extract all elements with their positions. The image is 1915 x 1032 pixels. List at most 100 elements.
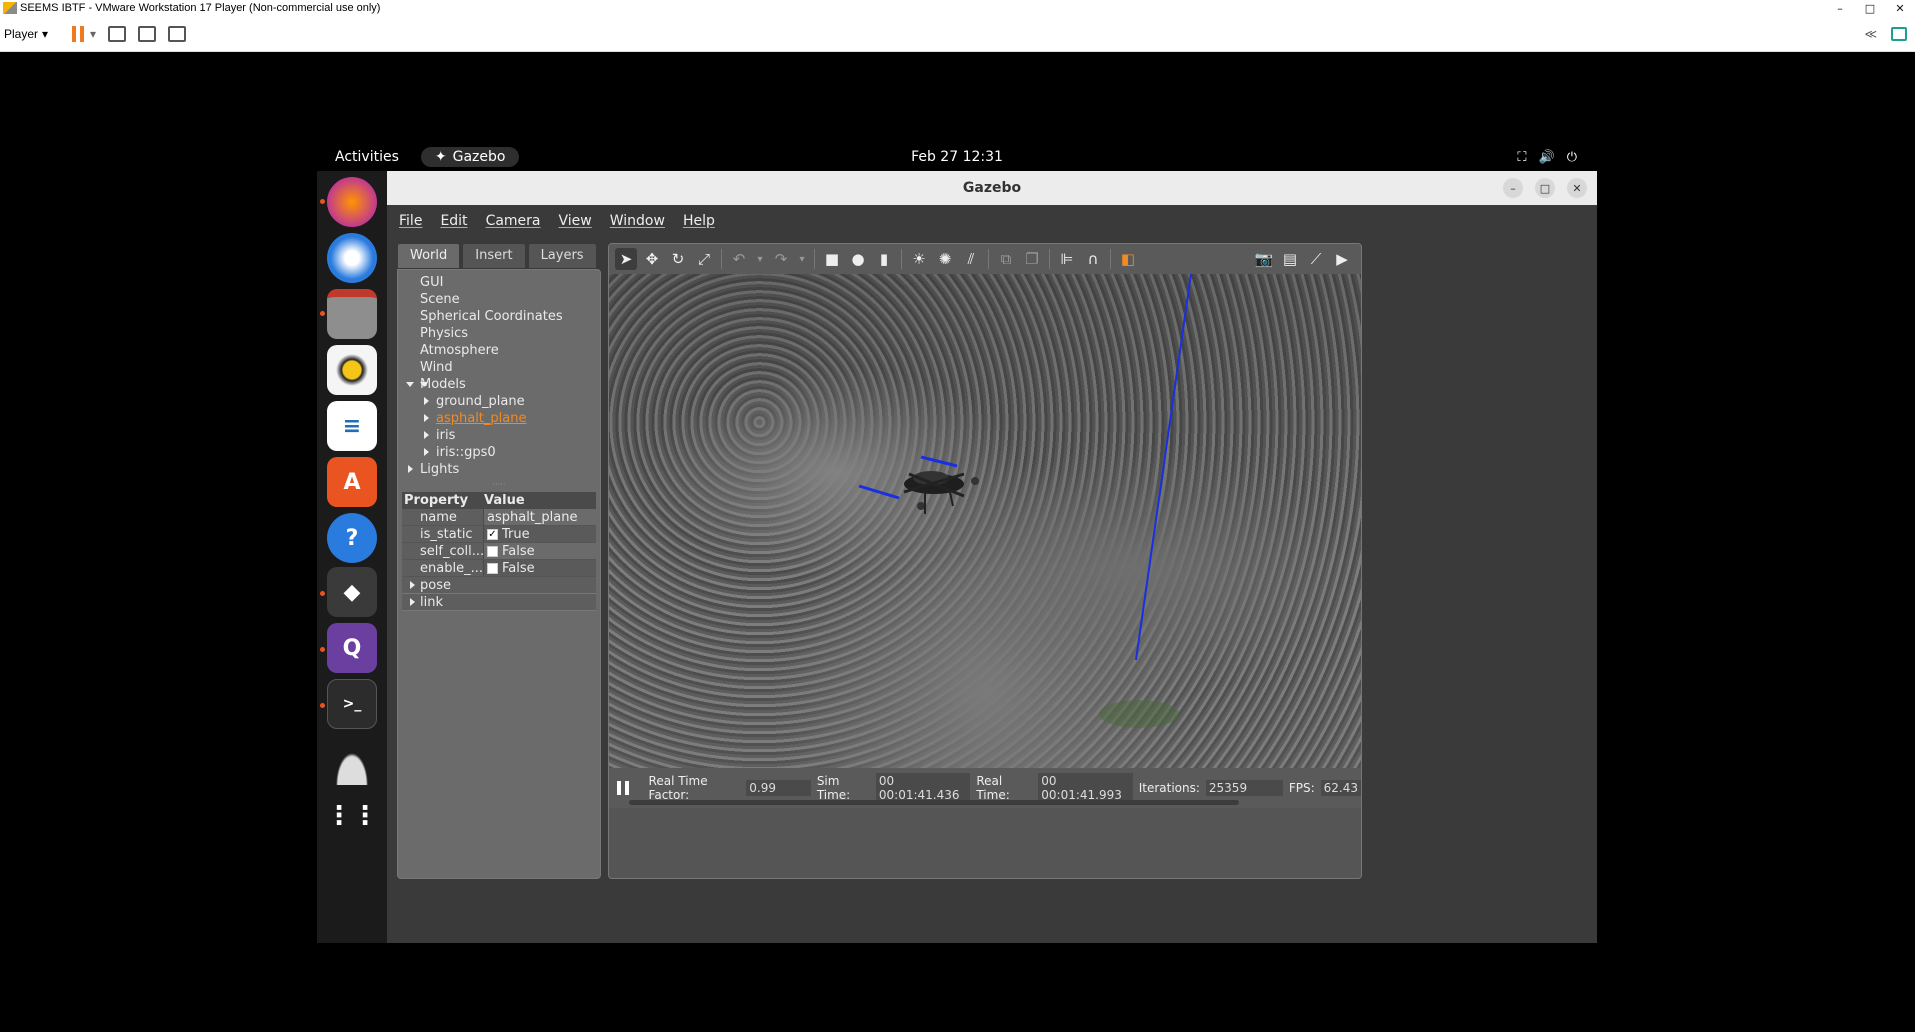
- tree-item-models[interactable]: Models: [398, 376, 600, 393]
- terminal-icon[interactable]: >_: [327, 679, 377, 729]
- tree-item-scene[interactable]: Scene: [398, 291, 600, 308]
- checkbox-unchecked[interactable]: [487, 545, 498, 557]
- gazebo-dock-icon[interactable]: ◆: [327, 567, 377, 617]
- tree-item-atmosphere[interactable]: Atmosphere: [398, 342, 600, 359]
- tree-item-wind[interactable]: Wind: [398, 359, 600, 376]
- collapse-arrow-icon[interactable]: [424, 397, 429, 405]
- minimize-button[interactable]: –: [1825, 2, 1855, 15]
- undo-icon[interactable]: ↶: [728, 248, 750, 270]
- property-row[interactable]: self_coll... False: [402, 543, 596, 560]
- fit-guest-icon[interactable]: [138, 25, 157, 42]
- property-row[interactable]: name asphalt_plane: [402, 509, 596, 526]
- iris-drone[interactable]: [858, 455, 979, 514]
- player-menu[interactable]: Player ▾: [4, 27, 48, 41]
- cylinder-shape-icon[interactable]: ▮: [873, 248, 895, 270]
- horizontal-scrollbar[interactable]: [629, 800, 1239, 805]
- spot-light-icon[interactable]: ✺: [934, 248, 956, 270]
- directional-light-icon[interactable]: ⫽: [960, 248, 982, 270]
- fps-label: FPS:: [1288, 781, 1315, 795]
- sphere-shape-icon[interactable]: ●: [847, 248, 869, 270]
- unity-mode-icon[interactable]: [168, 25, 187, 42]
- system-tray[interactable]: ⛶ 🔊 ⏻: [1517, 150, 1577, 165]
- log-icon[interactable]: ▤: [1279, 248, 1301, 270]
- collapse-arrow-icon[interactable]: [408, 465, 413, 473]
- property-value[interactable]: ✓ True: [484, 526, 596, 542]
- minimize-icon[interactable]: –: [1503, 178, 1523, 198]
- screenshot-icon[interactable]: 📷: [1253, 248, 1275, 270]
- help-icon[interactable]: ?: [327, 513, 377, 563]
- pause-vm-icon[interactable]: [72, 25, 85, 42]
- paste-icon[interactable]: ❐: [1021, 248, 1043, 270]
- 3d-scene[interactable]: [609, 274, 1361, 768]
- checkbox-unchecked[interactable]: [487, 562, 498, 574]
- plot-icon[interactable]: ⟋: [1305, 248, 1327, 270]
- property-group-pose[interactable]: pose: [402, 577, 596, 594]
- close-button[interactable]: ✕: [1885, 2, 1915, 15]
- property-row[interactable]: enable_... False: [402, 560, 596, 577]
- expand-arrow-icon[interactable]: [406, 382, 414, 387]
- property-value[interactable]: asphalt_plane: [484, 509, 596, 525]
- tab-layers[interactable]: Layers: [527, 243, 597, 269]
- panel-splitter[interactable]: ·····: [398, 478, 600, 492]
- menu-file[interactable]: File: [399, 213, 422, 229]
- tab-world[interactable]: World: [397, 243, 461, 269]
- chevron-down-icon[interactable]: ▾: [90, 27, 96, 41]
- view-angle-icon[interactable]: ◧: [1117, 248, 1139, 270]
- property-row[interactable]: is_static ✓ True: [402, 526, 596, 543]
- collapse-arrow-icon[interactable]: [424, 414, 429, 422]
- thunderbird-icon[interactable]: [327, 233, 377, 283]
- rotate-mode-icon[interactable]: ↻: [667, 248, 689, 270]
- menu-edit[interactable]: Edit: [440, 213, 467, 229]
- point-light-icon[interactable]: ☀: [908, 248, 930, 270]
- dock: ≡ A ? ◆ Q >_ ⋮⋮: [317, 171, 387, 943]
- property-value[interactable]: False: [484, 560, 596, 576]
- pause-simulation-icon[interactable]: [617, 781, 629, 795]
- close-icon[interactable]: ✕: [1567, 178, 1587, 198]
- writer-icon[interactable]: ≡: [327, 401, 377, 451]
- disk-icon[interactable]: [327, 735, 377, 785]
- app-menu[interactable]: ✦ Gazebo: [420, 147, 520, 167]
- menu-help[interactable]: Help: [683, 213, 715, 229]
- snap-icon[interactable]: ∩: [1082, 248, 1104, 270]
- maximize-icon[interactable]: □: [1535, 178, 1555, 198]
- send-ctrl-alt-del-icon[interactable]: [108, 25, 127, 42]
- tree-item-iris-gps0[interactable]: iris::gps0: [398, 444, 600, 461]
- select-mode-icon[interactable]: ➤: [615, 248, 637, 270]
- property-value[interactable]: False: [484, 543, 596, 559]
- tree-item-physics[interactable]: Physics: [398, 325, 600, 342]
- collapse-icon[interactable]: ≪: [1864, 27, 1877, 41]
- menu-camera[interactable]: Camera: [486, 213, 541, 229]
- activities-button[interactable]: Activities: [335, 149, 399, 165]
- firefox-icon[interactable]: [327, 177, 377, 227]
- collapse-arrow-icon[interactable]: [424, 448, 429, 456]
- translate-mode-icon[interactable]: ✥: [641, 248, 663, 270]
- maximize-button[interactable]: □: [1855, 2, 1885, 15]
- video-record-icon[interactable]: ▶: [1331, 248, 1353, 270]
- menu-window[interactable]: Window: [610, 213, 665, 229]
- copy-icon[interactable]: ⧉: [995, 248, 1017, 270]
- iterations-label: Iterations:: [1138, 781, 1200, 795]
- app-center-icon[interactable]: A: [327, 457, 377, 507]
- checkbox-checked[interactable]: ✓: [487, 528, 498, 540]
- property-group-link[interactable]: link: [402, 594, 596, 611]
- align-icon[interactable]: ⊫: [1056, 248, 1078, 270]
- menu-view[interactable]: View: [559, 213, 592, 229]
- message-log-icon[interactable]: [1891, 26, 1907, 41]
- box-shape-icon[interactable]: ■: [821, 248, 843, 270]
- tree-item-lights[interactable]: Lights: [398, 461, 600, 478]
- files-icon[interactable]: [327, 289, 377, 339]
- redo-icon[interactable]: ↷: [770, 248, 792, 270]
- tree-item-gui[interactable]: GUI: [398, 274, 600, 291]
- tree-item-iris[interactable]: iris: [398, 427, 600, 444]
- collapse-arrow-icon[interactable]: [424, 431, 429, 439]
- tree-item-ground-plane[interactable]: ground_plane: [398, 393, 600, 410]
- tree-item-asphalt-plane[interactable]: asphalt_plane: [398, 410, 600, 427]
- rhythmbox-icon[interactable]: [327, 345, 377, 395]
- tree-item-spherical-coordinates[interactable]: Spherical Coordinates: [398, 308, 600, 325]
- chevron-down-icon[interactable]: ▾: [796, 248, 808, 270]
- scale-mode-icon[interactable]: ⤢: [693, 248, 715, 270]
- show-apps-icon[interactable]: ⋮⋮: [326, 791, 378, 841]
- tab-insert[interactable]: Insert: [462, 243, 526, 269]
- qgroundcontrol-icon[interactable]: Q: [327, 623, 377, 673]
- chevron-down-icon[interactable]: ▾: [754, 248, 766, 270]
